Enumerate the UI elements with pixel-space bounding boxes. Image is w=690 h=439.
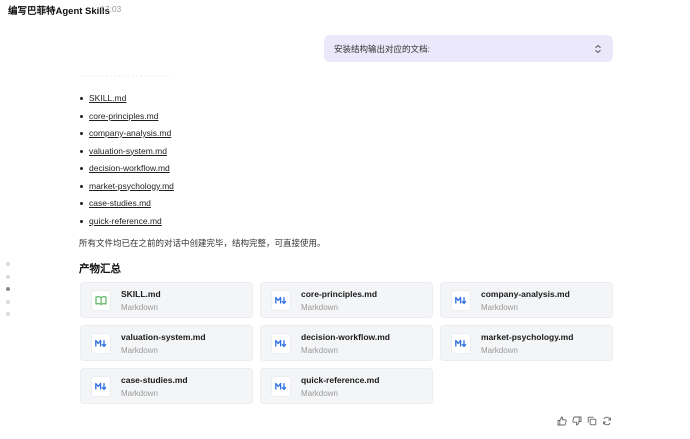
conversation-time: 17:03 [100, 4, 122, 14]
expand-collapse-icon[interactable] [593, 44, 603, 54]
scroll-dot[interactable] [6, 299, 10, 304]
artifact-card[interactable]: valuation-system.md Markdown [80, 325, 253, 361]
artifact-card[interactable]: SKILL.md Markdown [80, 282, 253, 318]
artifact-name: company-analysis.md [481, 289, 570, 299]
list-item: case-studies.md [80, 197, 174, 215]
user-prompt-text: 安装结构输出对应的文档: [334, 43, 430, 54]
artifact-name: SKILL.md [121, 289, 161, 299]
refresh-icon[interactable] [601, 415, 612, 426]
artifact-name: decision-workflow.md [301, 332, 390, 342]
artifact-card[interactable]: market-psychology.md Markdown [440, 325, 613, 361]
chat-page: 编写巴菲特Agent Skills 17:03 安装结构输出对应的文档: · ·… [0, 0, 690, 439]
scroll-dot[interactable] [6, 262, 10, 266]
file-list: SKILL.md core-principles.md company-analys… [80, 92, 174, 232]
list-item: core-principles.md [80, 110, 174, 128]
markdown-icon [452, 334, 470, 353]
artifact-card[interactable]: quick-reference.md Markdown [260, 368, 433, 404]
markdown-icon [92, 377, 110, 396]
artifact-type: Markdown [121, 389, 158, 398]
artifact-type: Markdown [121, 303, 158, 312]
message-actions [556, 415, 612, 426]
artifact-name: quick-reference.md [301, 375, 380, 385]
artifact-type: Markdown [481, 346, 518, 355]
scroll-dot[interactable] [6, 287, 10, 291]
file-link[interactable]: market-psychology.md [89, 181, 174, 191]
copy-icon[interactable] [586, 415, 597, 426]
file-link[interactable]: SKILL.md [89, 93, 126, 103]
file-link[interactable]: quick-reference.md [89, 216, 162, 226]
scroll-indicator[interactable] [6, 262, 12, 325]
artifact-card[interactable]: case-studies.md Markdown [80, 368, 253, 404]
markdown-icon [272, 377, 290, 396]
file-link[interactable]: company-analysis.md [89, 128, 171, 138]
artifacts-heading: 产物汇总 [79, 263, 121, 275]
artifact-name: core-principles.md [301, 289, 378, 299]
book-icon [92, 291, 110, 310]
markdown-icon [452, 291, 470, 310]
summary-text: 所有文件均已在之前的对话中创建完毕，结构完整，可直接使用。 [79, 238, 326, 248]
cut-off-text: · · · · · · · · · · · · · · · · · · · · … [80, 75, 173, 79]
scroll-dot[interactable] [6, 274, 10, 279]
artifact-name: market-psychology.md [481, 332, 574, 342]
artifact-type: Markdown [301, 389, 338, 398]
artifact-card[interactable]: core-principles.md Markdown [260, 282, 433, 318]
conversation-header: 编写巴菲特Agent Skills 17:03 [0, 0, 690, 20]
artifact-type: Markdown [481, 303, 518, 312]
list-item: SKILL.md [80, 92, 174, 110]
list-item: quick-reference.md [80, 215, 174, 233]
artifact-type: Markdown [121, 346, 158, 355]
thumbs-up-icon[interactable] [556, 415, 567, 426]
artifact-card[interactable]: decision-workflow.md Markdown [260, 325, 433, 361]
thumbs-down-icon[interactable] [571, 415, 582, 426]
artifact-name: valuation-system.md [121, 332, 206, 342]
list-item: company-analysis.md [80, 127, 174, 145]
markdown-icon [92, 334, 110, 353]
file-link[interactable]: decision-workflow.md [89, 163, 170, 173]
file-link[interactable]: case-studies.md [89, 198, 151, 208]
list-item: decision-workflow.md [80, 162, 174, 180]
conversation-title: 编写巴菲特Agent Skills [8, 6, 110, 17]
user-prompt-bubble[interactable]: 安装结构输出对应的文档: [324, 35, 613, 62]
artifact-type: Markdown [301, 303, 338, 312]
artifact-card[interactable]: company-analysis.md Markdown [440, 282, 613, 318]
list-item: market-psychology.md [80, 180, 174, 198]
markdown-icon [272, 291, 290, 310]
file-link[interactable]: core-principles.md [89, 111, 158, 121]
artifact-type: Markdown [301, 346, 338, 355]
file-link[interactable]: valuation-system.md [89, 146, 167, 156]
artifact-name: case-studies.md [121, 375, 188, 385]
markdown-icon [272, 334, 290, 353]
list-item: valuation-system.md [80, 145, 174, 163]
scroll-dot[interactable] [6, 312, 10, 316]
